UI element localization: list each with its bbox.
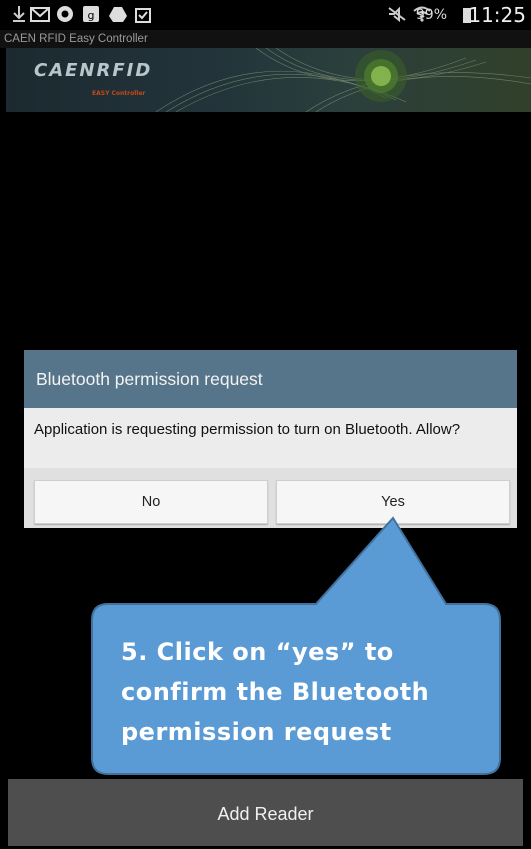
- callout-text: 5. Click on “yes” to confirm the Bluetoo…: [121, 632, 521, 752]
- callout-line: permission request: [121, 718, 392, 746]
- callout-line: 5. Click on “yes” to: [121, 638, 394, 666]
- callout-line: confirm the Bluetooth: [121, 678, 430, 706]
